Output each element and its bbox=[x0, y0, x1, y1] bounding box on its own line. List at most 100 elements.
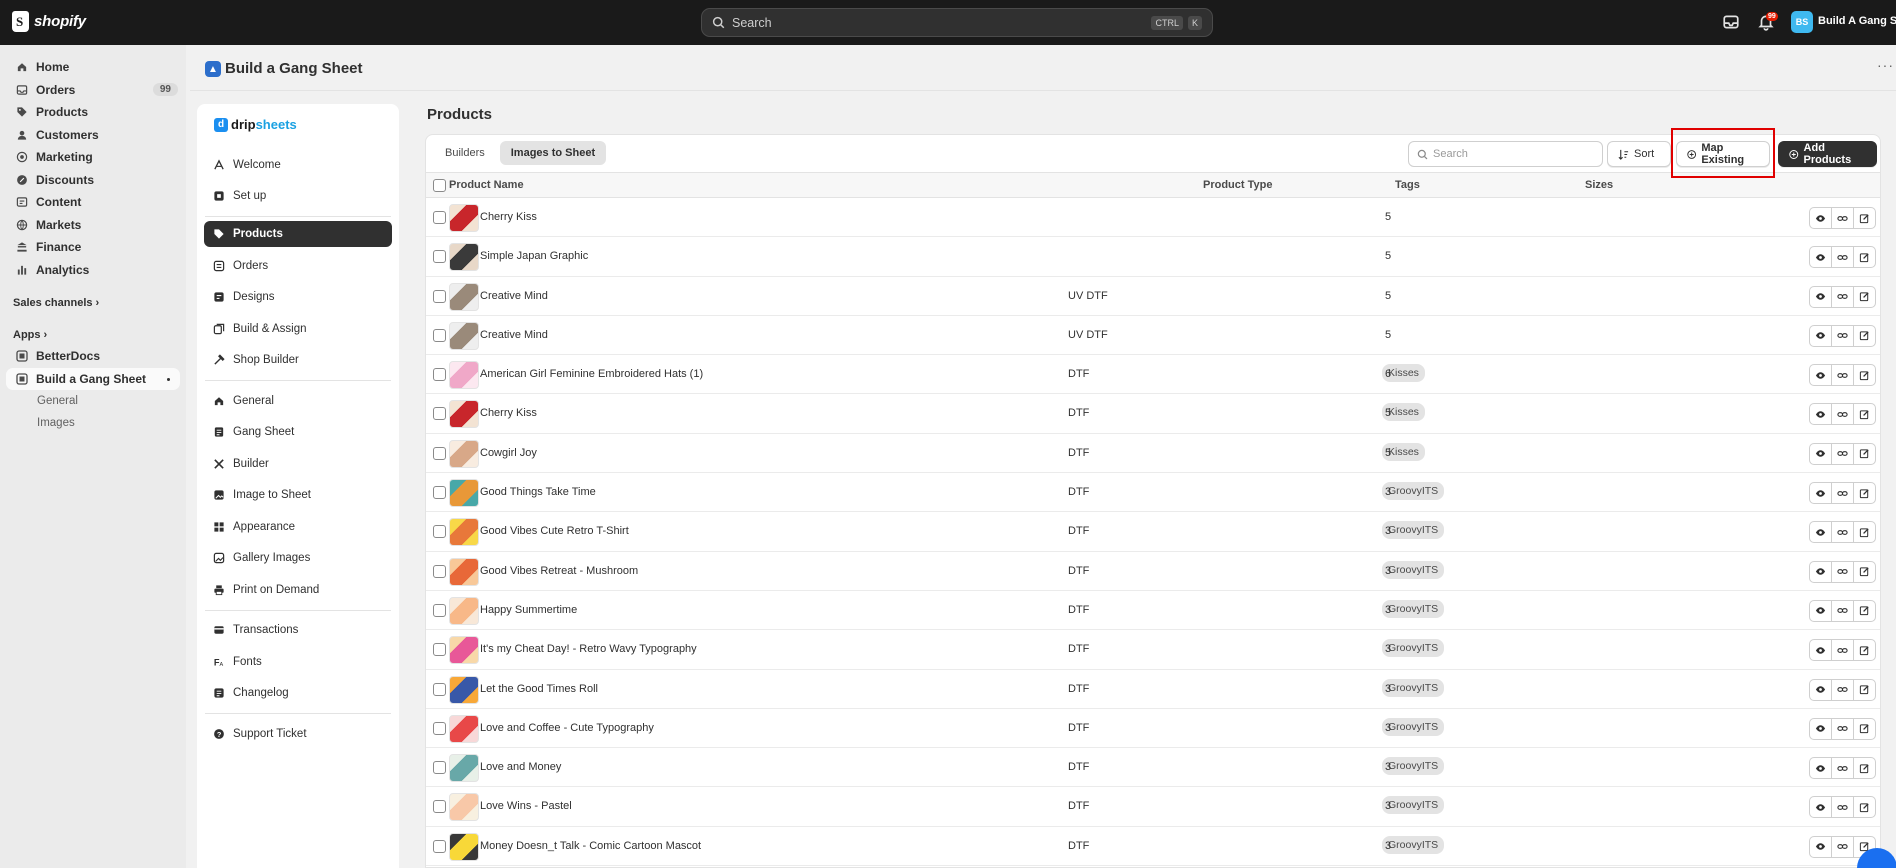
table-row[interactable]: Simple Japan Graphic 5 bbox=[426, 237, 1880, 277]
edit-button[interactable] bbox=[1853, 796, 1876, 819]
sidebar-item-builder[interactable]: Builder bbox=[197, 448, 399, 480]
edit-button[interactable] bbox=[1853, 639, 1876, 662]
row-checkbox[interactable] bbox=[433, 211, 446, 224]
row-checkbox[interactable] bbox=[433, 564, 446, 578]
view-button[interactable] bbox=[1809, 403, 1832, 426]
view-button[interactable] bbox=[1809, 639, 1832, 662]
sidebar-item-support-ticket[interactable]: ? Support Ticket bbox=[197, 718, 399, 750]
nav-item-finance[interactable]: Finance bbox=[0, 236, 186, 259]
product-name[interactable]: Cowgirl Joy bbox=[480, 447, 537, 459]
shopify-logo[interactable]: shopify bbox=[12, 11, 86, 32]
nav-item-markets[interactable]: Markets bbox=[0, 214, 186, 237]
global-search-bar[interactable]: Search CTRL K bbox=[701, 8, 1213, 37]
table-row[interactable]: American Girl Feminine Embroidered Hats … bbox=[426, 355, 1880, 395]
sidebar-item-print-on-demand[interactable]: Print on Demand bbox=[197, 574, 399, 606]
nav-sub-images[interactable]: Images bbox=[0, 412, 186, 434]
store-name[interactable]: Build A Gang She bbox=[1818, 15, 1896, 27]
link-button[interactable] bbox=[1831, 521, 1854, 544]
link-button[interactable] bbox=[1831, 796, 1854, 819]
edit-button[interactable] bbox=[1853, 757, 1876, 780]
link-button[interactable] bbox=[1831, 442, 1854, 465]
column-header-product-name[interactable]: Product Name bbox=[449, 179, 524, 191]
table-row[interactable]: Love and Money DTF GroovyITS 3 bbox=[426, 748, 1880, 788]
nav-item-discounts[interactable]: Discounts bbox=[0, 169, 186, 192]
table-row[interactable]: Let the Good Times Roll DTF GroovyITS 3 bbox=[426, 670, 1880, 709]
sidebar-item-gallery-images[interactable]: Gallery Images bbox=[197, 543, 399, 575]
sidebar-item-welcome[interactable]: Welcome bbox=[197, 149, 399, 181]
view-button[interactable] bbox=[1809, 560, 1832, 583]
sidebar-item-products[interactable]: Products bbox=[204, 221, 392, 247]
link-button[interactable] bbox=[1831, 599, 1854, 622]
view-button[interactable] bbox=[1809, 599, 1832, 622]
view-button[interactable] bbox=[1809, 364, 1832, 387]
edit-button[interactable] bbox=[1853, 207, 1876, 229]
nav-item-products[interactable]: Products bbox=[0, 101, 186, 124]
link-button[interactable] bbox=[1831, 324, 1854, 347]
row-checkbox[interactable] bbox=[433, 761, 446, 775]
sidebar-item-appearance[interactable]: Appearance bbox=[197, 511, 399, 543]
link-button[interactable] bbox=[1831, 482, 1854, 505]
select-all-checkbox[interactable] bbox=[433, 179, 446, 192]
add-products-button[interactable]: Add Products bbox=[1778, 141, 1877, 167]
table-row[interactable]: Money Doesn_t Talk - Comic Cartoon Masco… bbox=[426, 827, 1880, 867]
sidebar-item-transactions[interactable]: Transactions bbox=[197, 615, 399, 647]
edit-button[interactable] bbox=[1853, 403, 1876, 426]
row-checkbox[interactable] bbox=[433, 486, 446, 500]
column-header-sizes[interactable]: Sizes bbox=[1585, 179, 1613, 191]
row-checkbox[interactable] bbox=[433, 603, 446, 617]
view-button[interactable] bbox=[1809, 207, 1832, 229]
nav-item-orders[interactable]: Orders 99 bbox=[0, 79, 186, 102]
product-name[interactable]: Love Wins - Pastel bbox=[480, 800, 572, 812]
sales-channels-heading[interactable]: Sales channels › bbox=[0, 293, 186, 313]
row-checkbox[interactable] bbox=[433, 643, 446, 657]
table-row[interactable]: Creative Mind UV DTF 5 bbox=[426, 316, 1880, 356]
link-button[interactable] bbox=[1831, 560, 1854, 583]
view-button[interactable] bbox=[1809, 757, 1832, 780]
sidebar-item-gang-sheet[interactable]: Gang Sheet bbox=[197, 417, 399, 449]
more-options-icon[interactable]: ··· bbox=[1877, 57, 1894, 73]
product-name[interactable]: Money Doesn_t Talk - Comic Cartoon Masco… bbox=[480, 840, 701, 852]
edit-button[interactable] bbox=[1853, 324, 1876, 347]
view-button[interactable] bbox=[1809, 521, 1832, 544]
table-row[interactable]: Good Vibes Cute Retro T-Shirt DTF Groovy… bbox=[426, 512, 1880, 552]
table-row[interactable]: Cowgirl Joy DTF Kisses 5 bbox=[426, 434, 1880, 474]
sort-button[interactable]: Sort bbox=[1607, 141, 1671, 167]
nav-item-betterdocs[interactable]: BetterDocs bbox=[0, 345, 186, 368]
link-button[interactable] bbox=[1831, 246, 1854, 269]
product-name[interactable]: Happy Summertime bbox=[480, 604, 577, 616]
sidebar-item-shop-builder[interactable]: Shop Builder bbox=[197, 345, 399, 377]
nav-item-marketing[interactable]: Marketing bbox=[0, 146, 186, 169]
product-name[interactable]: Cherry Kiss bbox=[480, 211, 537, 223]
view-button[interactable] bbox=[1809, 796, 1832, 819]
product-name[interactable]: American Girl Feminine Embroidered Hats … bbox=[480, 368, 703, 380]
row-checkbox[interactable] bbox=[433, 525, 446, 539]
sidebar-item-orders[interactable]: Orders bbox=[197, 250, 399, 282]
product-name[interactable]: Creative Mind bbox=[480, 290, 548, 302]
sidebar-item-image-to-sheet[interactable]: Image to Sheet bbox=[197, 480, 399, 512]
nav-item-content[interactable]: Content bbox=[0, 191, 186, 214]
inbox-icon[interactable] bbox=[1722, 13, 1740, 31]
sidebar-item-general[interactable]: General bbox=[197, 385, 399, 417]
product-name[interactable]: Creative Mind bbox=[480, 329, 548, 341]
sidebar-item-fonts[interactable]: FA Fonts bbox=[197, 646, 399, 678]
product-name[interactable]: Good Vibes Cute Retro T-Shirt bbox=[480, 525, 629, 537]
row-checkbox[interactable] bbox=[433, 446, 446, 460]
row-checkbox[interactable] bbox=[433, 682, 446, 696]
table-row[interactable]: Good Vibes Retreat - Mushroom DTF Groovy… bbox=[426, 552, 1880, 591]
edit-button[interactable] bbox=[1853, 246, 1876, 269]
apps-heading[interactable]: Apps › bbox=[0, 325, 186, 345]
tab-builders[interactable]: Builders bbox=[434, 141, 496, 165]
product-name[interactable]: Good Things Take Time bbox=[480, 486, 596, 498]
view-button[interactable] bbox=[1809, 678, 1832, 701]
table-row[interactable]: Creative Mind UV DTF 5 bbox=[426, 277, 1880, 316]
column-header-product-type[interactable]: Product Type bbox=[1203, 179, 1272, 191]
nav-item-build-a-gang-sheet[interactable]: Build a Gang Sheet bbox=[6, 367, 180, 390]
row-checkbox[interactable] bbox=[433, 800, 446, 814]
view-button[interactable] bbox=[1809, 285, 1832, 308]
link-button[interactable] bbox=[1831, 757, 1854, 780]
sidebar-item-set-up[interactable]: Set up bbox=[197, 181, 399, 213]
row-checkbox[interactable] bbox=[433, 250, 446, 264]
column-header-tags[interactable]: Tags bbox=[1395, 179, 1420, 191]
table-row[interactable]: Happy Summertime DTF GroovyITS 3 bbox=[426, 591, 1880, 631]
row-checkbox[interactable] bbox=[433, 839, 446, 853]
